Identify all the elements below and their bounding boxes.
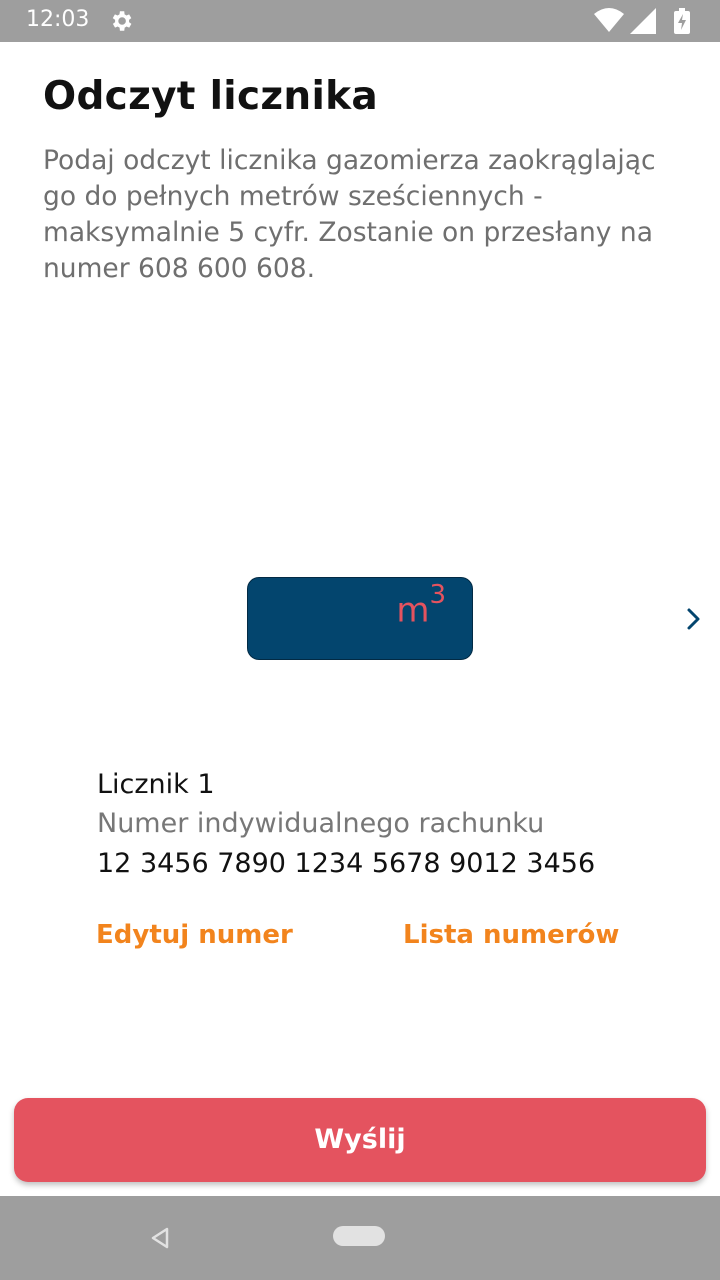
unit-label: m3 — [396, 580, 446, 631]
unit-exponent: 3 — [429, 580, 446, 610]
status-bar: 12:03 — [0, 0, 720, 42]
send-button[interactable]: Wyślij — [14, 1098, 706, 1182]
meter-reading-input[interactable]: m3 — [247, 577, 473, 660]
wifi-icon — [594, 8, 624, 32]
navigation-bar — [0, 1196, 720, 1280]
back-icon[interactable] — [149, 1226, 171, 1250]
account-number: 12 3456 7890 1234 5678 9012 3456 — [97, 848, 596, 879]
signal-icon — [630, 8, 656, 34]
account-label: Numer indywidualnego rachunku — [97, 808, 545, 839]
edit-number-link[interactable]: Edytuj numer — [96, 920, 293, 950]
battery-icon — [674, 8, 690, 34]
home-pill[interactable] — [333, 1226, 385, 1246]
meter-name: Licznik 1 — [97, 769, 215, 800]
status-time: 12:03 — [26, 7, 90, 32]
page-description: Podaj odczyt licznika gazomierza zaokrąg… — [43, 145, 656, 284]
gear-icon — [112, 11, 132, 31]
unit-base: m — [396, 590, 430, 631]
chevron-right-icon[interactable] — [683, 606, 705, 632]
number-list-link[interactable]: Lista numerów — [403, 920, 619, 950]
meter-info: Licznik 1 Numer indywidualnego rachunku … — [97, 766, 697, 884]
status-icons — [594, 8, 694, 34]
page-title: Odczyt licznika — [43, 74, 378, 119]
